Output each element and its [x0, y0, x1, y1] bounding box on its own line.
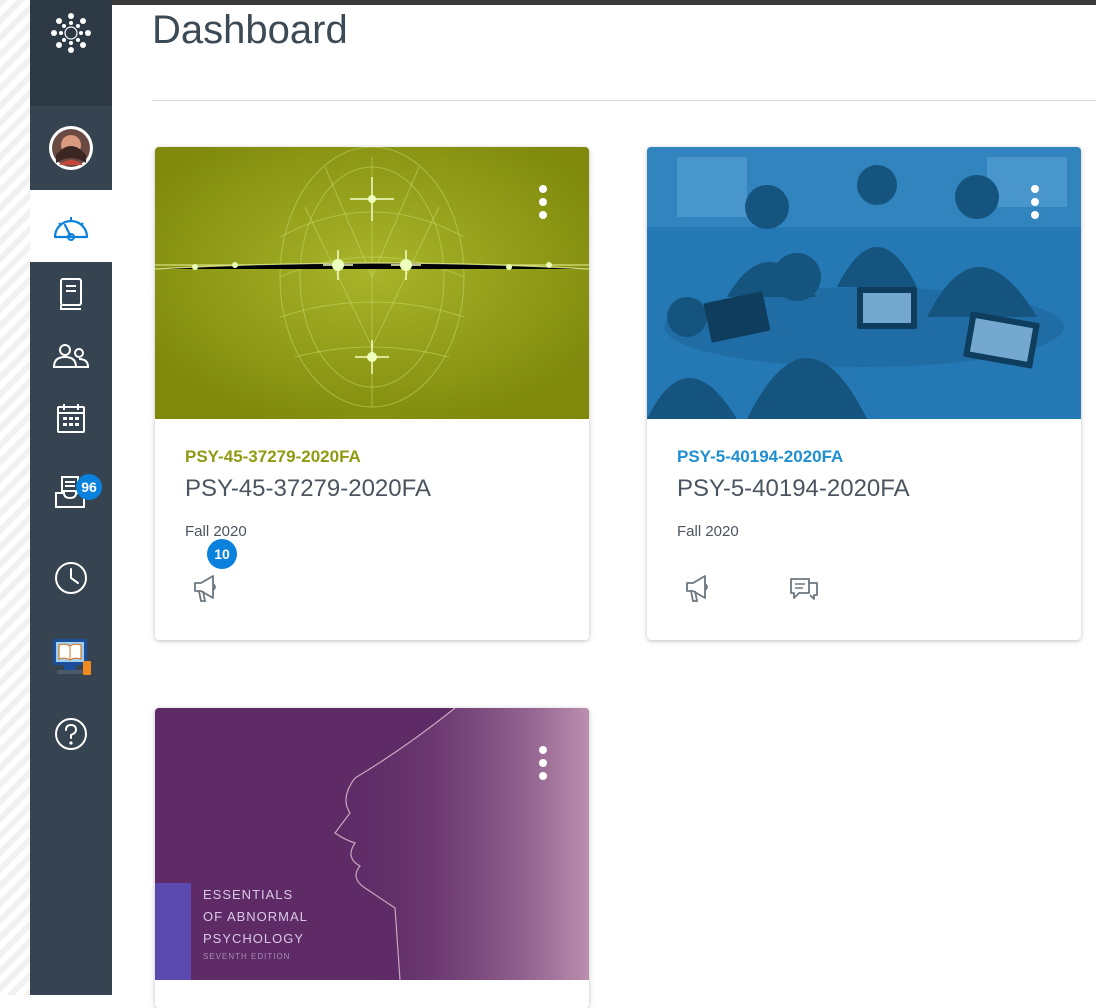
logo-area[interactable] [30, 0, 112, 106]
cover-subtitle: SEVENTH EDITION [203, 952, 291, 961]
course-card[interactable]: ESSENTIALS OF ABNORMAL PSYCHOLOGY SEVENT… [155, 708, 589, 1008]
calendar-icon [57, 404, 85, 433]
clock-icon [55, 562, 87, 594]
groups-icon [52, 344, 90, 368]
inbox-badge: 96 [76, 474, 102, 500]
cover-line: OF ABNORMAL [203, 909, 308, 924]
nav-help[interactable] [30, 694, 112, 774]
book-cover-title: ESSENTIALS OF ABNORMAL PSYCHOLOGY SEVENT… [203, 884, 308, 964]
nav-history[interactable] [30, 546, 112, 610]
announcements-button[interactable] [681, 567, 721, 607]
page-edge-pattern [0, 0, 30, 995]
cover-line: ESSENTIALS [203, 887, 294, 902]
help-icon [55, 718, 87, 750]
announcements-button[interactable]: 10 [189, 539, 237, 607]
discussions-icon [790, 578, 818, 600]
announcements-badge: 10 [207, 539, 237, 569]
megaphone-icon [686, 575, 708, 602]
course-term: Fall 2020 [185, 523, 247, 540]
main-content: Dashboard PSY-45-37279-2020FA PSY-45-372… [112, 0, 1096, 1008]
nav-groups[interactable] [30, 324, 112, 388]
discussions-button[interactable] [785, 567, 825, 607]
course-card[interactable]: PSY-5-40194-2020FA PSY-5-40194-2020FA Fa… [647, 147, 1081, 640]
nav-dashboard[interactable] [30, 190, 112, 262]
course-card[interactable]: PSY-45-37279-2020FA PSY-45-37279-2020FA … [155, 147, 589, 640]
canvas-logo-icon [51, 13, 91, 53]
course-card-image[interactable] [647, 147, 1081, 419]
global-nav: 96 [30, 0, 112, 995]
nav-calendar[interactable] [30, 386, 112, 450]
nav-inbox[interactable]: 96 [30, 460, 112, 524]
megaphone-icon [194, 575, 216, 602]
cover-line: PSYCHOLOGY [203, 931, 305, 946]
course-code-link[interactable]: PSY-45-37279-2020FA [185, 447, 361, 467]
nav-courses[interactable] [30, 262, 112, 326]
nav-commons[interactable] [30, 620, 112, 694]
course-code-link[interactable]: PSY-5-40194-2020FA [677, 447, 843, 467]
courses-icon [60, 278, 82, 310]
card-options-kebab[interactable] [539, 746, 547, 785]
course-card-image[interactable]: ESSENTIALS OF ABNORMAL PSYCHOLOGY SEVENT… [155, 708, 589, 980]
course-name: PSY-45-37279-2020FA [185, 475, 431, 502]
card-options-kebab[interactable] [1031, 185, 1039, 224]
course-card-image[interactable] [155, 147, 589, 419]
laptop-book-icon [53, 639, 91, 675]
card-options-kebab[interactable] [539, 185, 547, 224]
course-name: PSY-5-40194-2020FA [677, 475, 910, 502]
course-term: Fall 2020 [677, 523, 739, 540]
nav-account[interactable] [30, 106, 112, 190]
header-divider [152, 100, 1096, 101]
avatar [49, 126, 93, 170]
page-title: Dashboard [152, 8, 348, 52]
dashboard-icon [53, 217, 89, 241]
